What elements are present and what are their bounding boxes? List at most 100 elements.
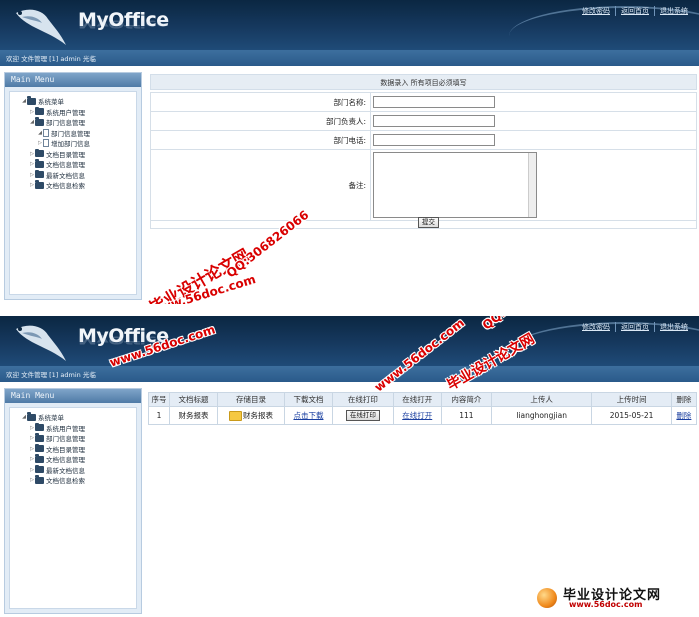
change-password-link[interactable]: 修改密码 [577, 6, 615, 16]
menu-tree: ◢ 系统菜单 ▷ 系统用户管理 ▷ 部门信息管理 ▷ 文档目录管理 ▷ 文档信息… [9, 407, 137, 609]
folder-icon [35, 106, 44, 116]
tree-item-doc-search[interactable]: ▷ 文档信息检索 [13, 475, 133, 486]
sidebar-title: Main Menu [5, 389, 141, 403]
col-header-folder: 存储目录 [217, 392, 285, 407]
dept-head-label: 部门负责人: [150, 111, 371, 131]
tree-item-dept-management[interactable]: ◢ 部门信息管理 [13, 117, 133, 128]
folder-name: 财务报表 [242, 411, 273, 420]
col-header-delete: 删除 [670, 392, 698, 407]
folder-icon [35, 464, 44, 474]
app-logo-reflection: MyOffice [78, 17, 169, 30]
col-header-print: 在线打印 [332, 392, 394, 407]
tree-item-doc-directory[interactable]: ▷ 文档目录管理 [13, 443, 133, 455]
tree-item-system-menu[interactable]: ◢ 系统菜单 [13, 412, 133, 423]
tree-item-label: 部门信息管理 [46, 435, 85, 444]
sidebar-title: Main Menu [5, 73, 141, 87]
logout-link[interactable]: 退出系统 [654, 322, 693, 332]
site-footer-logo: 毕业设计论文网 www.56doc.com [533, 584, 693, 612]
col-header-time: 上传时间 [591, 392, 672, 407]
tree-item-doc-search[interactable]: ▷ 文档信息检索 [13, 180, 133, 191]
sidebar: Main Menu ◢ 系统菜单 ▷ 系统用户管理 ▷ 部门信息管理 ▷ 文档目… [4, 388, 142, 614]
folder-icon [27, 96, 36, 105]
col-header-uploader: 上传人 [490, 392, 593, 407]
tree-item-dept-info[interactable]: ◢ 部门信息管理 [13, 128, 133, 139]
tree-item-user-management[interactable]: ▷ 系统用户管理 [13, 106, 133, 118]
tree-item-label: 部门信息管理 [46, 119, 85, 128]
cell-time: 2015-05-21 [591, 406, 672, 425]
menu-tree: ◢ 系统菜单 ▷ 系统用户管理 ◢ 部门信息管理 ◢ 部门信息管理 ▷ 增加部门… [9, 91, 137, 295]
tree-item-label: 文档信息检索 [46, 182, 85, 191]
sidebar: Main Menu ◢ 系统菜单 ▷ 系统用户管理 ◢ 部门信息管理 ◢ 部门信… [4, 72, 142, 300]
cell-delete: 删除 [670, 406, 698, 425]
tree-item-label: 文档信息管理 [46, 456, 85, 465]
tree-item-latest-docs[interactable]: ▷ 最新文档信息 [13, 464, 133, 476]
app-header: MyOffice MyOffice 修改密码 返回首页 退出系统 [0, 0, 699, 50]
app-header: MyOffice MyOffice 修改密码 返回首页 退出系统 [0, 316, 699, 366]
footer-site-url: www.56doc.com [569, 600, 643, 609]
tree-item-dept-management[interactable]: ▷ 部门信息管理 [13, 433, 133, 444]
header-links: 修改密码 返回首页 退出系统 [577, 6, 693, 16]
tree-item-label: 文档目录管理 [46, 150, 85, 159]
welcome-bar: 欢迎 文件管理 [1] admin 光临 [0, 50, 699, 66]
open-online-link[interactable]: 在线打开 [402, 411, 432, 420]
col-header-no: 序号 [148, 392, 170, 407]
cell-uploader: lianghongjian [490, 406, 593, 425]
folder-icon [35, 159, 44, 168]
folder-icon [35, 148, 44, 158]
cell-folder: 财务报表 [217, 406, 285, 425]
submit-button[interactable]: 提交 [418, 217, 439, 228]
dept-head-input[interactable] [373, 115, 495, 127]
col-header-summary: 内容简介 [440, 392, 492, 407]
change-password-link[interactable]: 修改密码 [577, 322, 615, 332]
folder-icon [35, 454, 44, 463]
folder-icon [35, 433, 44, 442]
tree-item-label: 文档信息管理 [46, 161, 85, 170]
download-link[interactable]: 点击下载 [293, 411, 323, 420]
bird-logo-icon [16, 9, 66, 45]
tree-item-label: 文档信息检索 [46, 477, 85, 486]
folder-icon [35, 180, 44, 189]
col-header-title: 文档标题 [168, 392, 219, 407]
print-online-button[interactable]: 在线打印 [345, 410, 380, 421]
tree-item-latest-docs[interactable]: ▷ 最新文档信息 [13, 169, 133, 181]
tree-item-doc-directory[interactable]: ▷ 文档目录管理 [13, 148, 133, 160]
textarea-scrollbar[interactable] [528, 153, 536, 217]
remark-label: 备注: [150, 149, 371, 221]
dept-phone-input[interactable] [373, 134, 495, 146]
folder-icon [228, 411, 242, 421]
table-row: 1 财务报表 财务报表 点击下载 在线打印 在线打开 111 lianghong… [148, 406, 698, 425]
form-title: 数据录入 所有项目必须填写 [150, 74, 697, 90]
tree-item-label: 系统用户管理 [46, 108, 85, 117]
cell-summary: 111 [440, 406, 492, 425]
folder-icon [35, 422, 44, 432]
tree-item-user-management[interactable]: ▷ 系统用户管理 [13, 422, 133, 434]
tree-item-label: 系统菜单 [38, 98, 64, 107]
cell-open: 在线打开 [392, 406, 442, 425]
submit-row: 提交 [150, 217, 697, 229]
tree-item-system-menu[interactable]: ◢ 系统菜单 [13, 96, 133, 107]
header-links: 修改密码 返回首页 退出系统 [577, 322, 693, 332]
document-icon [43, 128, 49, 137]
tree-item-label: 最新文档信息 [46, 466, 85, 475]
folder-icon [35, 475, 44, 484]
return-home-link[interactable]: 返回首页 [615, 6, 654, 16]
return-home-link[interactable]: 返回首页 [615, 322, 654, 332]
tree-item-label: 部门信息管理 [51, 129, 90, 138]
col-header-open: 在线打开 [392, 392, 442, 407]
tree-item-add-dept[interactable]: ▷ 增加部门信息 [13, 138, 133, 149]
logout-link[interactable]: 退出系统 [654, 6, 693, 16]
tree-item-doc-info[interactable]: ▷ 文档信息管理 [13, 159, 133, 170]
delete-link[interactable]: 删除 [676, 411, 691, 420]
remark-textarea[interactable] [373, 152, 537, 218]
tree-item-label: 最新文档信息 [46, 171, 85, 180]
dept-phone-label: 部门电话: [150, 130, 371, 150]
folder-icon [35, 169, 44, 179]
tree-item-doc-info[interactable]: ▷ 文档信息管理 [13, 454, 133, 465]
cell-title: 财务报表 [168, 406, 219, 425]
cell-print: 在线打印 [332, 406, 394, 425]
dept-name-input[interactable] [373, 96, 495, 108]
welcome-bar: 欢迎 文件管理 [1] admin 光临 [0, 366, 699, 382]
cell-download: 点击下载 [283, 406, 334, 425]
dept-name-label: 部门名称: [150, 92, 371, 112]
document-icon [43, 139, 49, 148]
